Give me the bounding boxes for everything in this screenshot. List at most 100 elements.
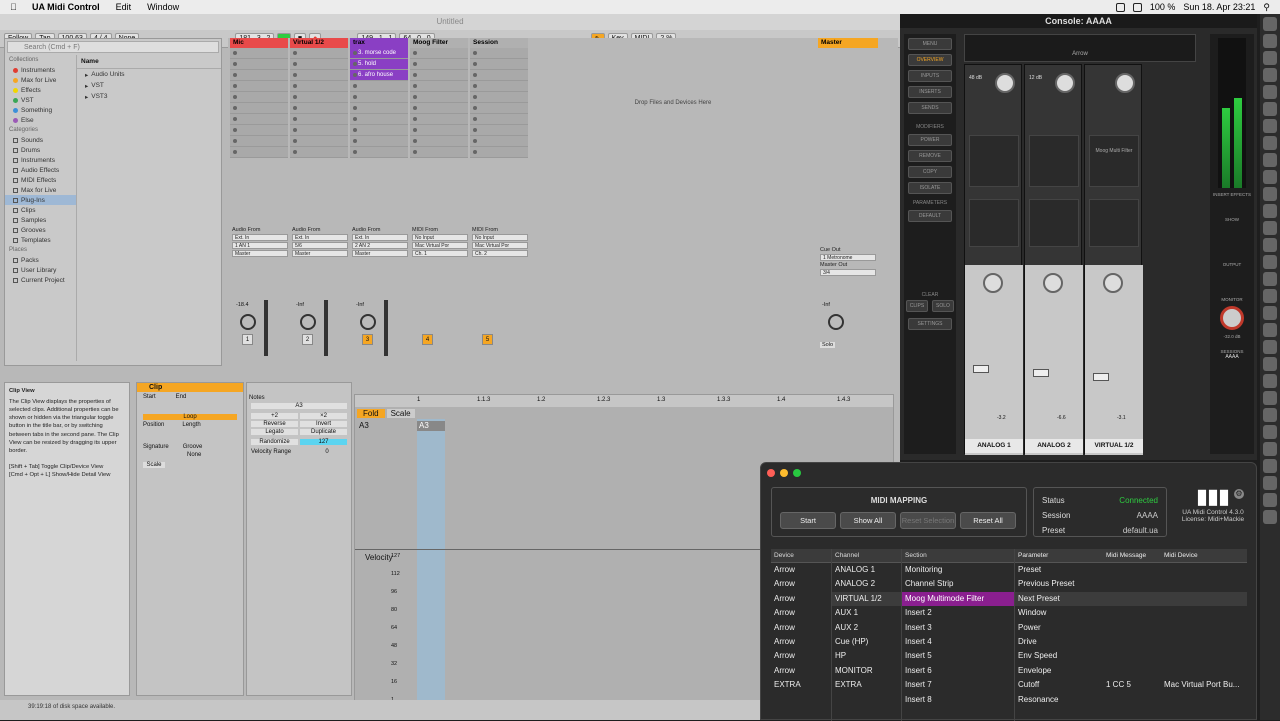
clip-slot[interactable] xyxy=(230,70,288,81)
clip-slot[interactable] xyxy=(470,92,528,103)
clip-slot[interactable] xyxy=(290,103,348,114)
dock-app-icon[interactable] xyxy=(1263,272,1277,286)
pan-knob[interactable] xyxy=(1103,273,1123,293)
category-item[interactable]: MIDI Effects xyxy=(5,175,76,185)
output-channel-select[interactable]: Ch. 2 xyxy=(472,250,528,257)
power-button[interactable]: POWER xyxy=(908,134,952,146)
track-header[interactable]: Virtual 1/2 xyxy=(290,38,348,48)
clip-slot[interactable] xyxy=(410,136,468,147)
dock-app-icon[interactable] xyxy=(1263,204,1277,218)
channel-name[interactable]: VIRTUAL 1/2 xyxy=(1085,439,1143,453)
clip-slot[interactable] xyxy=(350,92,408,103)
output-select[interactable]: Master xyxy=(292,250,348,257)
clip-slot[interactable] xyxy=(290,136,348,147)
volume-fader[interactable] xyxy=(1093,373,1109,381)
copy-button[interactable]: COPY xyxy=(908,166,952,178)
clip-slot[interactable] xyxy=(230,147,288,158)
monitor-knob[interactable] xyxy=(1220,306,1244,330)
menu-button[interactable]: MENU xyxy=(908,38,952,50)
groove-select[interactable]: None xyxy=(137,450,243,458)
clip-slot[interactable] xyxy=(470,59,528,70)
track-activator[interactable]: 5 xyxy=(482,334,493,345)
clip-slot[interactable] xyxy=(470,125,528,136)
collection-item[interactable]: Effects xyxy=(5,85,76,95)
section-cell[interactable]: Insert 4 xyxy=(902,635,1014,649)
input-select[interactable]: Ext. In xyxy=(232,234,288,241)
clip-slot[interactable] xyxy=(470,147,528,158)
category-item[interactable]: Samples xyxy=(5,215,76,225)
clip-slot[interactable] xyxy=(350,125,408,136)
clip-slot[interactable] xyxy=(290,125,348,136)
clip-slot[interactable] xyxy=(230,48,288,59)
clip-slot[interactable] xyxy=(290,70,348,81)
midi-message-header[interactable]: Midi Message xyxy=(1103,549,1161,562)
device-header[interactable]: Device xyxy=(771,549,831,563)
master-track-header[interactable]: Master xyxy=(818,38,878,48)
dock-app-icon[interactable] xyxy=(1263,408,1277,422)
category-item[interactable]: Plug-Ins xyxy=(5,195,76,205)
start-button[interactable]: Start xyxy=(780,512,836,529)
clip-slot[interactable] xyxy=(410,59,468,70)
search-icon[interactable]: ⚲ xyxy=(1263,2,1270,13)
gain-knob[interactable] xyxy=(1115,73,1135,93)
channel-cell[interactable]: HP xyxy=(832,649,901,663)
overview-tab[interactable]: OVERVIEW xyxy=(908,54,952,66)
clip-slot[interactable] xyxy=(290,48,348,59)
track-header[interactable]: trax xyxy=(350,38,408,48)
clip-slot[interactable] xyxy=(230,103,288,114)
velocity-range-value[interactable]: 0 xyxy=(307,449,347,455)
channel-cell[interactable]: ANALOG 1 xyxy=(832,563,901,577)
clock[interactable]: Sun 18. Apr 23:21 xyxy=(1183,2,1255,12)
master-volume-knob[interactable] xyxy=(828,314,844,330)
gear-icon[interactable]: ⚙ xyxy=(1234,489,1244,499)
clip-slot[interactable] xyxy=(470,114,528,125)
pan-knob[interactable] xyxy=(1043,273,1063,293)
clip-slot[interactable] xyxy=(470,70,528,81)
category-item[interactable]: Grooves xyxy=(5,225,76,235)
channel-cell[interactable]: EXTRA xyxy=(832,678,901,692)
channel-name[interactable]: ANALOG 2 xyxy=(1025,439,1083,453)
category-item[interactable]: Drums xyxy=(5,145,76,155)
invert-button[interactable]: Invert xyxy=(300,421,347,427)
insert-slots[interactable] xyxy=(969,135,1019,187)
section-cell[interactable]: Insert 7 xyxy=(902,678,1014,692)
input-select[interactable]: No Input xyxy=(472,234,528,241)
dock-app-icon[interactable] xyxy=(1263,391,1277,405)
pan-knob[interactable] xyxy=(983,273,1003,293)
transpose-button[interactable]: +2 xyxy=(251,413,298,419)
clip-slot[interactable] xyxy=(230,136,288,147)
channel-cell[interactable]: ANALOG 2 xyxy=(832,577,901,591)
fold-button[interactable]: Fold xyxy=(357,409,385,418)
device-cell[interactable]: Arrow xyxy=(771,649,831,663)
category-item[interactable]: Audio Effects xyxy=(5,165,76,175)
dock-app-icon[interactable] xyxy=(1263,425,1277,439)
track-header[interactable]: Moog Filter xyxy=(410,38,468,48)
output-select[interactable]: Master xyxy=(232,250,288,257)
section-header[interactable]: Section xyxy=(902,549,1014,563)
dock-app-icon[interactable] xyxy=(1263,170,1277,184)
channel-cell[interactable]: Cue (HP) xyxy=(832,635,901,649)
reset-all-button[interactable]: Reset All xyxy=(960,512,1016,529)
channel-cell[interactable]: VIRTUAL 1/2 xyxy=(832,591,901,607)
inputs-tab[interactable]: INPUTS xyxy=(908,70,952,82)
clip-slot[interactable] xyxy=(470,48,528,59)
midi-device-header[interactable]: Midi Device xyxy=(1161,549,1247,562)
default-button[interactable]: DEFAULT xyxy=(908,210,952,222)
section-cell[interactable]: Insert 5 xyxy=(902,649,1014,663)
midi-note[interactable]: A3 xyxy=(417,421,445,431)
sends-tab[interactable]: SENDS xyxy=(908,102,952,114)
clip-slot[interactable]: 5. hold xyxy=(350,59,408,70)
dock-app-icon[interactable] xyxy=(1263,119,1277,133)
clip-title[interactable]: Clip xyxy=(137,383,243,392)
device-cell[interactable]: Arrow xyxy=(771,621,831,635)
battery-label[interactable]: 100 % xyxy=(1150,2,1176,12)
randomize-value[interactable]: 127 xyxy=(300,439,347,445)
clip-slot[interactable]: 6. afro house xyxy=(350,70,408,81)
section-cell[interactable]: Channel Strip xyxy=(902,577,1014,591)
channel-cell[interactable]: AUX 2 xyxy=(832,621,901,635)
master-solo-button[interactable]: Solo xyxy=(820,342,836,348)
drop-zone[interactable]: Drop Files and Devices Here xyxy=(528,100,818,106)
parameter-row[interactable]: Next Preset xyxy=(1015,591,1247,607)
clip-slot[interactable] xyxy=(410,70,468,81)
note-field[interactable]: A3 xyxy=(251,403,347,409)
